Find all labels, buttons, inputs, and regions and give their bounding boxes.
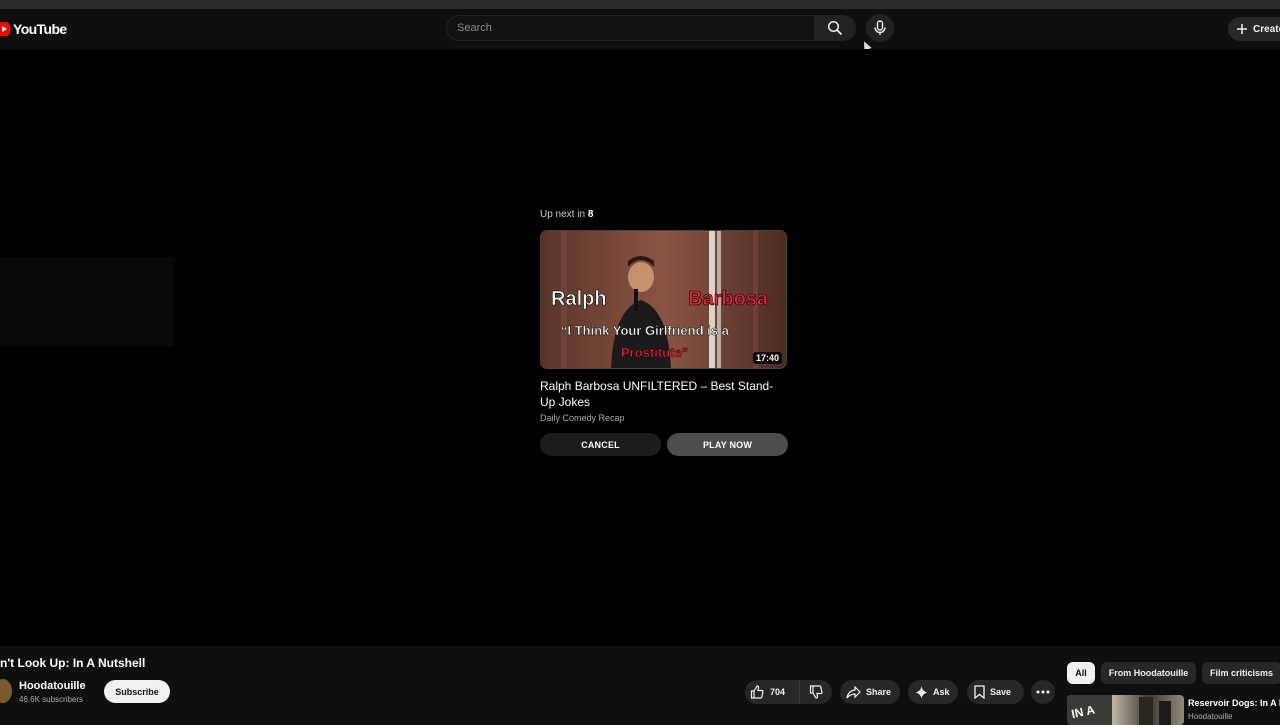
- browser-top-strip: [0, 0, 1280, 9]
- save-button[interactable]: Save: [967, 680, 1024, 704]
- recommendation-thumbnail[interactable]: IN A: [1067, 695, 1184, 725]
- up-next-label: Up next in 8: [540, 209, 594, 220]
- thumbs-up-icon: [750, 685, 764, 699]
- search-icon: [827, 20, 843, 36]
- like-button[interactable]: 704: [745, 680, 800, 704]
- save-label: Save: [990, 687, 1012, 697]
- more-actions-button[interactable]: [1031, 680, 1055, 704]
- player-overlay-panel: [0, 257, 174, 347]
- chip-all[interactable]: All: [1067, 662, 1095, 684]
- chip-from-channel[interactable]: From Hoodatouille: [1101, 662, 1196, 684]
- bookmark-icon: [974, 685, 985, 699]
- search-button[interactable]: [814, 15, 856, 41]
- countdown: 8: [587, 209, 594, 220]
- chip-film-criticisms[interactable]: Film criticisms: [1202, 662, 1280, 684]
- video-title: n't Look Up: In A Nutshell: [0, 656, 146, 670]
- logo-text: YouTube: [13, 21, 67, 37]
- like-count: 704: [770, 687, 786, 697]
- up-next-title[interactable]: Ralph Barbosa UNFILTERED – Best Stand-Up…: [540, 378, 788, 410]
- create-button[interactable]: Create: [1228, 17, 1280, 41]
- thumbnail-name-left: Ralph: [551, 288, 607, 310]
- sparkle-icon: [915, 686, 928, 698]
- up-next-channel: Daily Comedy Recap: [540, 413, 625, 423]
- create-label: Create: [1253, 23, 1280, 35]
- thumbnail-quote-line1: “I Think Your Girlfriend is a: [561, 323, 730, 338]
- video-player[interactable]: Up next in 8 Ralph Barbosa “I Think Your…: [0, 49, 1280, 646]
- microphone-icon: [874, 20, 886, 35]
- subscriber-count: 46.6K subscribers: [19, 695, 84, 704]
- channel-avatar[interactable]: [0, 679, 12, 703]
- autoplay-up-next: Up next in 8 Ralph Barbosa “I Think Your…: [540, 209, 788, 456]
- share-button[interactable]: Share: [840, 680, 900, 704]
- youtube-logo[interactable]: YouTube: [0, 19, 67, 39]
- ask-label: Ask: [933, 687, 950, 697]
- thumbnail-name-right: Barbosa: [688, 288, 769, 310]
- search-input[interactable]: [447, 16, 814, 40]
- up-next-thumbnail[interactable]: Ralph Barbosa “I Think Your Girlfriend i…: [540, 230, 787, 369]
- cancel-button[interactable]: CANCEL: [540, 433, 661, 456]
- share-label: Share: [866, 687, 892, 697]
- channel-name[interactable]: Hoodatouille: [19, 680, 86, 692]
- share-icon: [846, 685, 861, 698]
- youtube-play-icon: [0, 22, 10, 36]
- plus-icon: [1237, 24, 1247, 34]
- more-horizontal-icon: [1036, 690, 1050, 694]
- thumbnail-image: Ralph Barbosa “I Think Your Girlfriend i…: [541, 231, 786, 368]
- dislike-button[interactable]: [800, 680, 832, 704]
- like-dislike-group: 704: [745, 680, 832, 704]
- recommendation-title[interactable]: Reservoir Dogs: In A N: [1188, 698, 1280, 708]
- voice-search-button[interactable]: [866, 14, 894, 42]
- duration-badge: 17:40: [752, 352, 782, 364]
- masthead: YouTube Create: [0, 9, 1280, 52]
- thumbnail-quote-line2: Prostitute”: [621, 345, 688, 360]
- recommendation-thumbnail-image: IN A: [1067, 695, 1171, 725]
- play-now-button[interactable]: PLAY NOW: [667, 433, 788, 456]
- ask-button[interactable]: Ask: [908, 680, 958, 704]
- subscribe-button[interactable]: Subscribe: [104, 680, 170, 703]
- watch-metadata: n't Look Up: In A Nutshell Hoodatouille …: [0, 646, 1280, 725]
- search-box: [446, 15, 814, 41]
- autoplay-actions: CANCEL PLAY NOW: [540, 433, 788, 456]
- thumbs-down-icon: [809, 685, 823, 699]
